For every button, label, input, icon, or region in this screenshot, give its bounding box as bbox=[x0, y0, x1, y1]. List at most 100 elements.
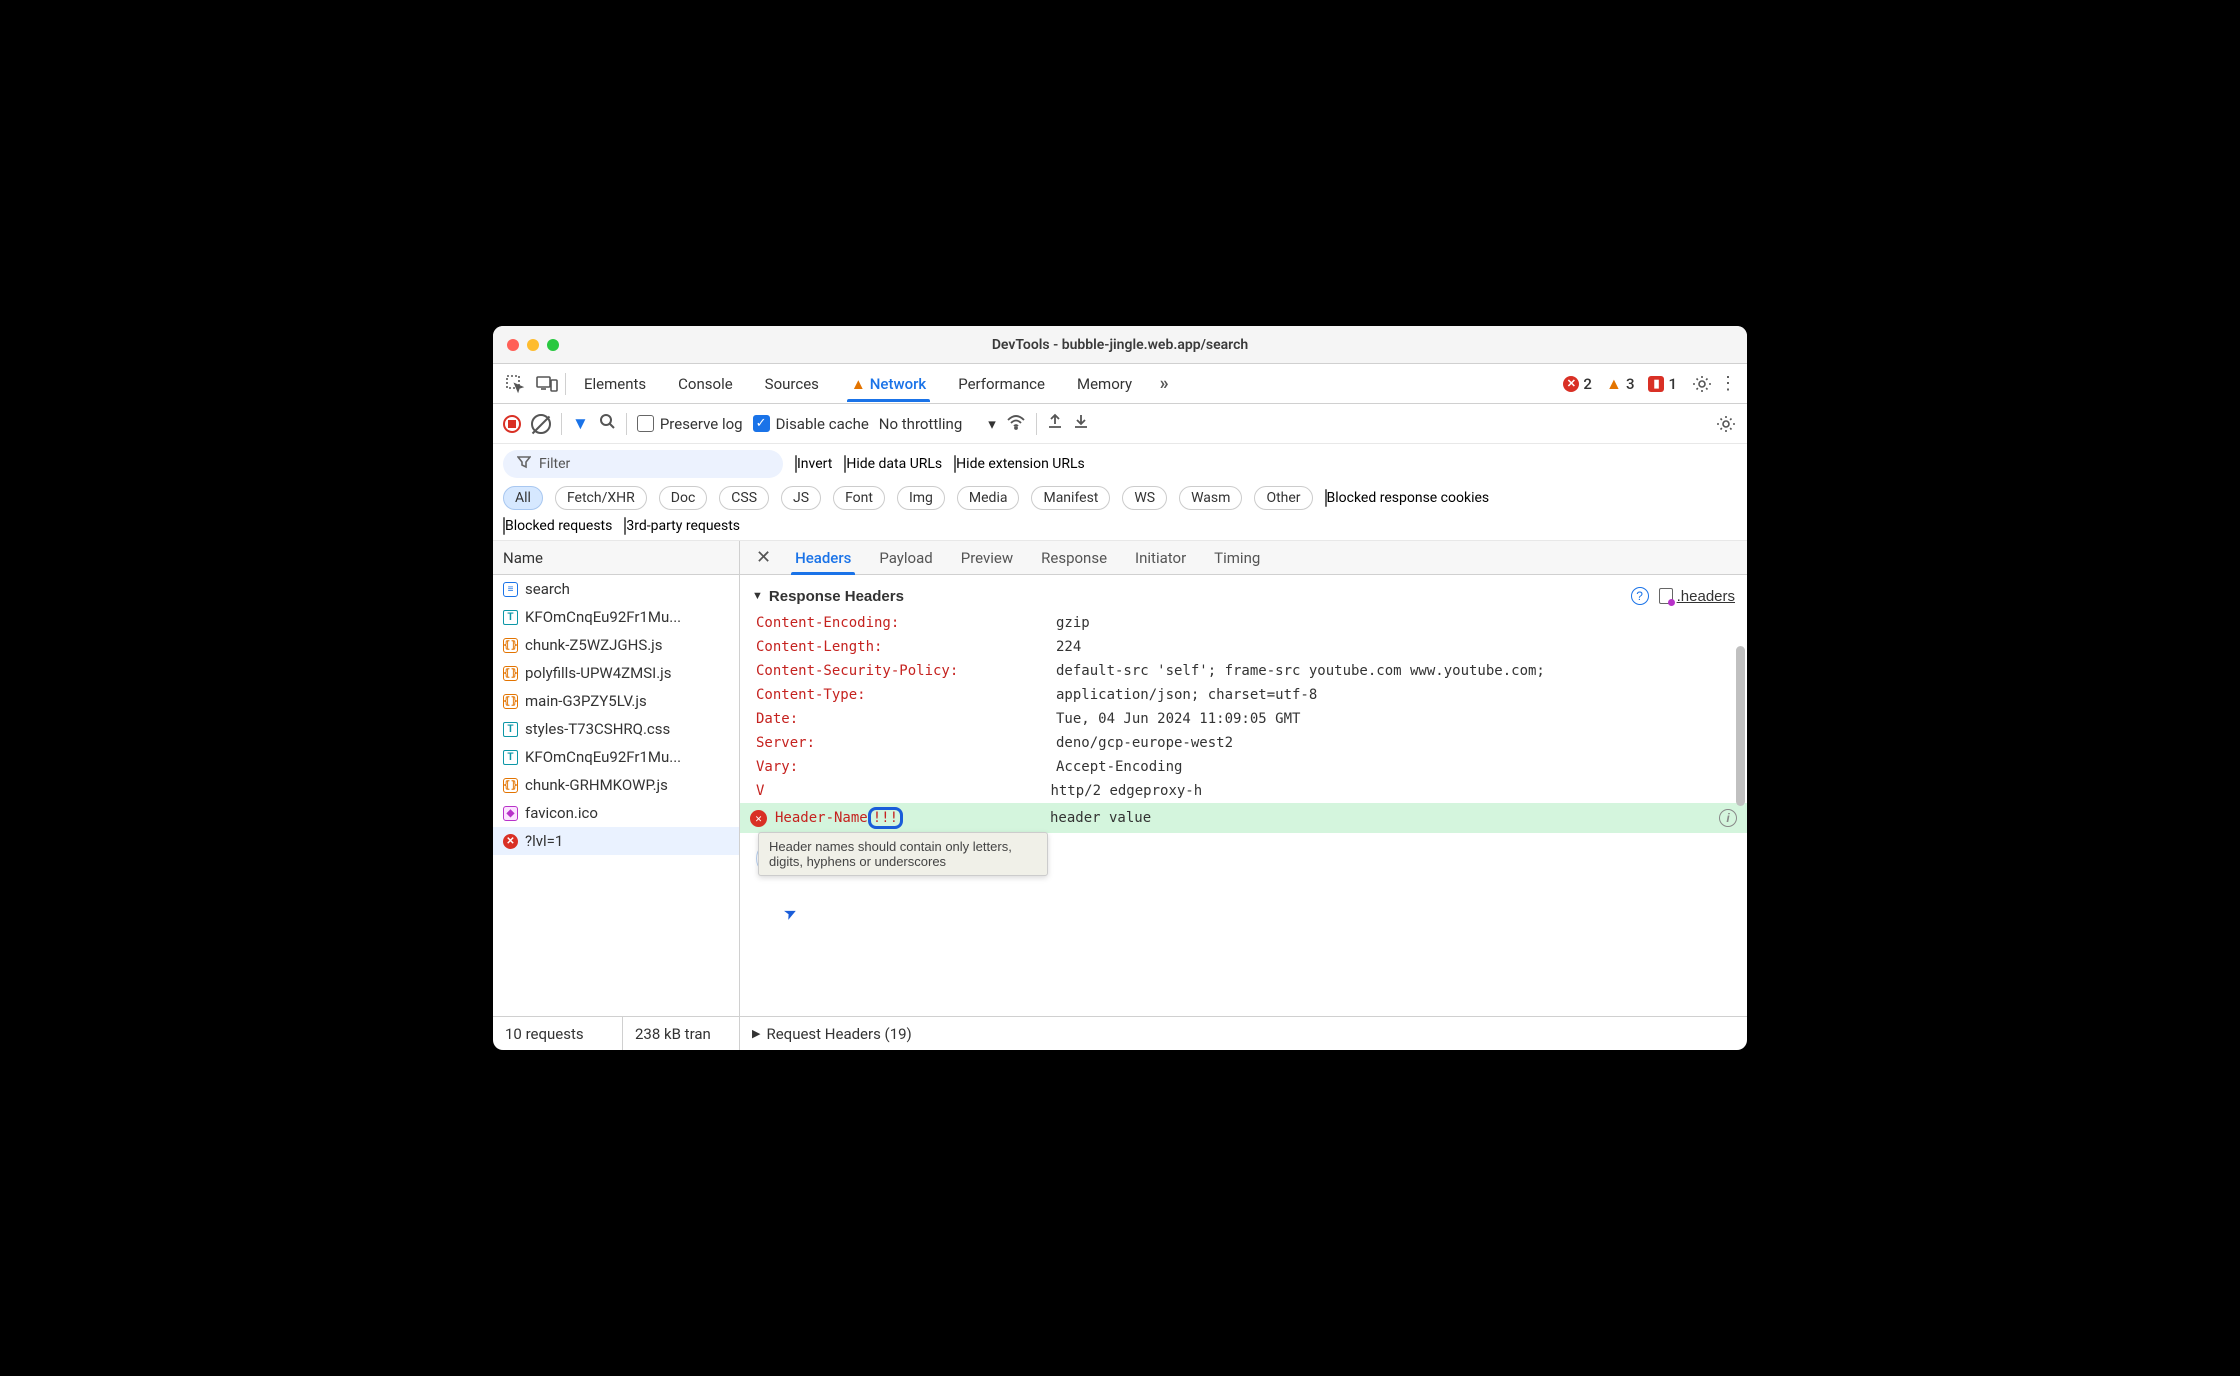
download-icon[interactable] bbox=[1073, 413, 1089, 434]
header-row: Date:Tue, 04 Jun 2024 11:09:05 GMT bbox=[740, 707, 1747, 731]
request-headers-section[interactable]: ▶Request Headers (19) bbox=[740, 1017, 924, 1050]
header-row: Content-Type:application/json; charset=u… bbox=[740, 683, 1747, 707]
close-window[interactable] bbox=[507, 339, 519, 351]
throttling-select[interactable]: No throttling▾ bbox=[879, 415, 996, 433]
request-row[interactable]: ◆favicon.ico bbox=[493, 799, 739, 827]
third-party-checkbox[interactable]: 3rd-party requests bbox=[624, 518, 740, 534]
upload-icon[interactable] bbox=[1047, 413, 1063, 434]
record-button[interactable] bbox=[503, 415, 521, 433]
details-panel: ✕ Headers Payload Preview Response Initi… bbox=[740, 541, 1747, 1016]
response-headers-section[interactable]: ▼Response Headers ? .headers bbox=[740, 581, 1747, 611]
device-icon[interactable] bbox=[533, 375, 561, 393]
tab-memory[interactable]: Memory bbox=[1063, 367, 1146, 401]
window-title: DevTools - bubble-jingle.web.app/search bbox=[992, 337, 1248, 353]
request-row[interactable]: TKFOmCnqEu92Fr1Mu... bbox=[493, 603, 739, 631]
header-row: Vhttp/2 edgeproxy-h bbox=[740, 779, 1747, 803]
request-row[interactable]: ⦃⦄polyfills-UPW4ZMSI.js bbox=[493, 659, 739, 687]
more-tabs-icon[interactable]: » bbox=[1150, 373, 1178, 394]
minimize-window[interactable] bbox=[527, 339, 539, 351]
warning-icon: ▲ bbox=[851, 375, 866, 393]
type-js[interactable]: JS bbox=[781, 486, 821, 510]
search-icon[interactable] bbox=[599, 413, 616, 435]
tab-console[interactable]: Console bbox=[664, 367, 747, 401]
traffic-lights bbox=[507, 339, 559, 351]
delete-header-icon[interactable]: ✕ bbox=[750, 810, 767, 827]
file-icon bbox=[1659, 588, 1673, 604]
devtools-window: DevTools - bubble-jingle.web.app/search … bbox=[493, 326, 1747, 1050]
headers-file-link[interactable]: .headers bbox=[1659, 588, 1735, 605]
header-row: Content-Length:224 bbox=[740, 635, 1747, 659]
tab-timing[interactable]: Timing bbox=[1200, 542, 1274, 574]
type-fetch[interactable]: Fetch/XHR bbox=[555, 486, 647, 510]
request-row[interactable]: ⦃⦄chunk-GRHMKOWP.js bbox=[493, 771, 739, 799]
header-row: Content-Encoding:gzip bbox=[740, 611, 1747, 635]
type-css[interactable]: CSS bbox=[719, 486, 769, 510]
transfer-size: 238 kB tran bbox=[623, 1017, 740, 1050]
tab-elements[interactable]: Elements bbox=[570, 367, 660, 401]
settings-icon[interactable] bbox=[1691, 373, 1713, 395]
tab-payload[interactable]: Payload bbox=[865, 542, 946, 574]
close-details-icon[interactable]: ✕ bbox=[746, 547, 781, 568]
filter-icon[interactable]: ▼ bbox=[572, 414, 589, 434]
name-column-header[interactable]: Name bbox=[493, 541, 739, 575]
type-ws[interactable]: WS bbox=[1122, 486, 1167, 510]
clear-button[interactable] bbox=[531, 414, 551, 434]
filter-input[interactable]: Filter bbox=[503, 450, 783, 478]
inspect-icon[interactable] bbox=[501, 374, 529, 394]
cursor-pointer-icon: ➤ bbox=[780, 900, 803, 928]
main-content: Name ≡search TKFOmCnqEu92Fr1Mu... ⦃⦄chun… bbox=[493, 541, 1747, 1016]
maximize-window[interactable] bbox=[547, 339, 559, 351]
main-tabs: Elements Console Sources ▲Network Perfor… bbox=[493, 364, 1747, 404]
network-settings-icon[interactable] bbox=[1715, 413, 1737, 435]
titlebar: DevTools - bubble-jingle.web.app/search bbox=[493, 326, 1747, 364]
requests-list: ≡search TKFOmCnqEu92Fr1Mu... ⦃⦄chunk-Z5W… bbox=[493, 575, 739, 1016]
invalid-chars-highlight: !!! bbox=[868, 807, 903, 829]
request-row[interactable]: Tstyles-T73CSHRQ.css bbox=[493, 715, 739, 743]
error-badge[interactable]: ✕2 bbox=[1563, 375, 1592, 393]
request-row[interactable]: ⦃⦄chunk-Z5WZJGHS.js bbox=[493, 631, 739, 659]
tab-preview[interactable]: Preview bbox=[947, 542, 1027, 574]
issue-badge[interactable]: ▮1 bbox=[1648, 375, 1677, 393]
type-img[interactable]: Img bbox=[897, 486, 945, 510]
edited-header-row[interactable]: ✕ Header-Name!!! header value i bbox=[740, 803, 1747, 833]
headers-pane: ▼Response Headers ? .headers Content-Enc… bbox=[740, 575, 1747, 1016]
request-row[interactable]: TKFOmCnqEu92Fr1Mu... bbox=[493, 743, 739, 771]
tab-performance[interactable]: Performance bbox=[944, 367, 1059, 401]
tab-network[interactable]: ▲Network bbox=[837, 367, 940, 401]
status-bar: 10 requests 238 kB tran ▶Request Headers… bbox=[493, 1016, 1747, 1050]
blocked-cookies-checkbox[interactable]: Blocked response cookies bbox=[1325, 490, 1490, 506]
type-doc[interactable]: Doc bbox=[659, 486, 708, 510]
preserve-log-checkbox[interactable]: Preserve log bbox=[637, 415, 743, 433]
tab-response[interactable]: Response bbox=[1027, 542, 1121, 574]
tab-headers[interactable]: Headers bbox=[781, 542, 865, 574]
funnel-icon bbox=[517, 455, 531, 473]
tab-initiator[interactable]: Initiator bbox=[1121, 542, 1200, 574]
hide-extension-urls-checkbox[interactable]: Hide extension URLs bbox=[954, 456, 1085, 472]
kebab-menu-icon[interactable]: ⋮ bbox=[1717, 373, 1739, 395]
tab-sources[interactable]: Sources bbox=[751, 367, 833, 401]
invert-checkbox[interactable]: Invert bbox=[795, 456, 832, 472]
request-row[interactable]: ⦃⦄main-G3PZY5LV.js bbox=[493, 687, 739, 715]
scrollbar[interactable] bbox=[1736, 646, 1745, 806]
disable-cache-checkbox[interactable]: ✓Disable cache bbox=[753, 415, 869, 433]
type-wasm[interactable]: Wasm bbox=[1179, 486, 1242, 510]
requests-count: 10 requests bbox=[493, 1017, 623, 1050]
network-conditions-icon[interactable] bbox=[1006, 414, 1026, 434]
request-row[interactable]: ≡search bbox=[493, 575, 739, 603]
help-icon[interactable]: ? bbox=[1631, 587, 1649, 605]
header-row: Server:deno/gcp-europe-west2 bbox=[740, 731, 1747, 755]
warning-badge[interactable]: ▲3 bbox=[1606, 375, 1635, 393]
type-other[interactable]: Other bbox=[1254, 486, 1312, 510]
header-row: Content-Security-Policy:default-src 'sel… bbox=[740, 659, 1747, 683]
type-all[interactable]: All bbox=[503, 486, 543, 510]
blocked-requests-checkbox[interactable]: Blocked requests bbox=[503, 518, 612, 534]
hide-data-urls-checkbox[interactable]: Hide data URLs bbox=[844, 456, 942, 472]
requests-panel: Name ≡search TKFOmCnqEu92Fr1Mu... ⦃⦄chun… bbox=[493, 541, 740, 1016]
filter-bar: Filter Invert Hide data URLs Hide extens… bbox=[493, 444, 1747, 541]
type-media[interactable]: Media bbox=[957, 486, 1020, 510]
request-row[interactable]: ✕?lvl=1 bbox=[493, 827, 739, 855]
header-row: Vary:Accept-Encoding bbox=[740, 755, 1747, 779]
type-font[interactable]: Font bbox=[833, 486, 885, 510]
type-manifest[interactable]: Manifest bbox=[1031, 486, 1110, 510]
info-icon[interactable]: i bbox=[1719, 809, 1737, 827]
